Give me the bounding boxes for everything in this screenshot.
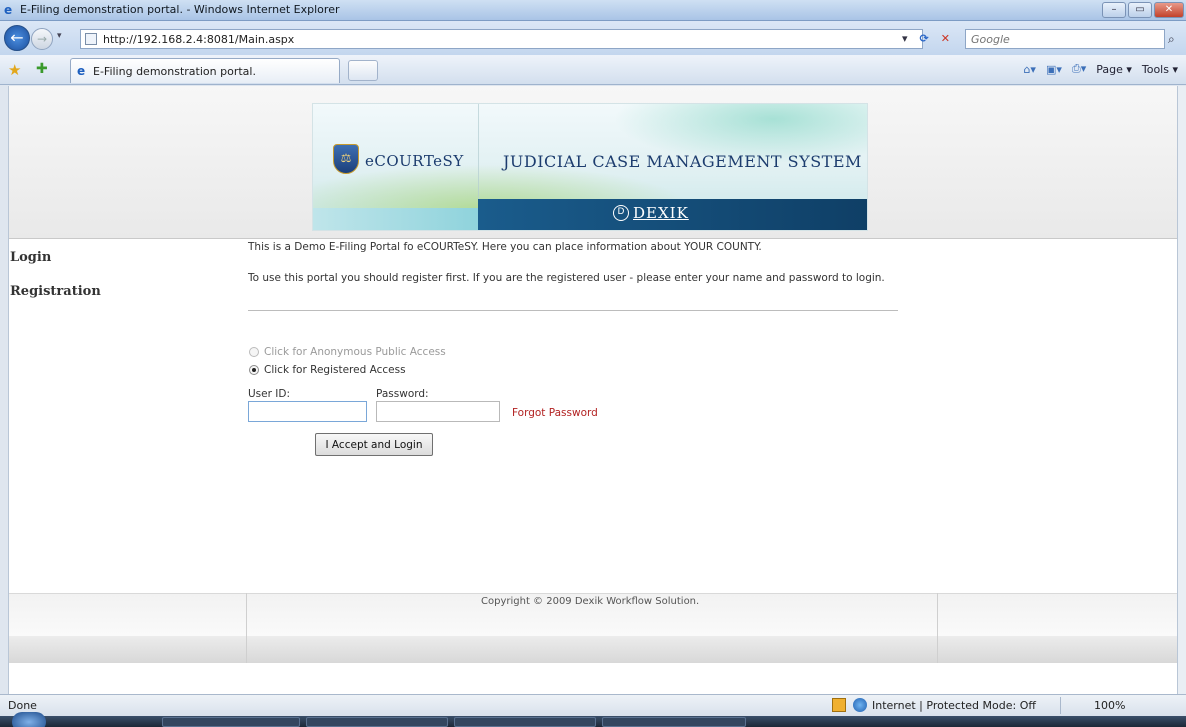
accept-and-login-button[interactable]: I Accept and Login (315, 433, 433, 456)
taskbar-button[interactable] (306, 717, 448, 727)
close-button[interactable]: ✕ (1154, 2, 1184, 18)
tab-title: E-Filing demonstration portal. (93, 65, 256, 78)
new-tab-button[interactable] (348, 60, 378, 81)
status-bar: Done Internet | Protected Mode: Off 100% (0, 694, 1186, 716)
radio-anonymous-access[interactable]: Click for Anonymous Public Access (249, 346, 446, 358)
search-field[interactable] (965, 29, 1165, 49)
radio-button[interactable] (249, 365, 259, 375)
tab-e-filing[interactable]: e E-Filing demonstration portal. (70, 58, 340, 83)
header-band: ⚖ eCOURTeSY JUDICIAL CASE MANAGEMENT SYS… (9, 86, 1177, 239)
instructions-text: To use this portal you should register f… (248, 272, 885, 284)
footer: Copyright © 2009 Dexik Workflow Solution… (9, 593, 1177, 663)
password-label: Password: (376, 388, 429, 400)
sidebar-item-registration[interactable]: Registration (10, 284, 101, 299)
security-zone[interactable]: Internet | Protected Mode: Off (872, 699, 1036, 712)
taskbar-button[interactable] (454, 717, 596, 727)
user-id-field[interactable] (248, 401, 367, 422)
command-bar: ★ ✚ e E-Filing demonstration portal. ⌂▾ … (0, 55, 1186, 85)
dexik-logo-icon: D (613, 205, 629, 221)
start-orb-icon[interactable] (12, 712, 46, 727)
security-warning-icon[interactable] (832, 698, 846, 712)
footer-divider (937, 593, 938, 663)
banner-strip (313, 208, 478, 230)
address-toolbar: ← → ▾ http://192.168.2.4:8081/Main.aspx … (0, 21, 1186, 55)
radio-button[interactable] (249, 347, 259, 357)
print-icon[interactable]: ⎙▾ (1072, 62, 1086, 76)
status-separator (1060, 697, 1061, 714)
feeds-icon[interactable]: ▣▾ (1046, 63, 1062, 76)
window-title-bar: e E-Filing demonstration portal. - Windo… (0, 0, 1186, 21)
radio-registered-access[interactable]: Click for Registered Access (249, 364, 406, 376)
user-id-label: User ID: (248, 388, 290, 400)
footer-divider (246, 593, 247, 663)
ie-icon: e (4, 3, 13, 17)
search-icon[interactable]: ⌕ (1168, 32, 1175, 47)
zoom-level[interactable]: 100% (1094, 699, 1125, 712)
password-field[interactable] (376, 401, 500, 422)
vertical-scrollbar[interactable] (1178, 86, 1186, 694)
globe-icon (853, 698, 867, 712)
command-tools: ⌂▾ ▣▾ ⎙▾ Page ▾ Tools ▾ (1023, 62, 1178, 76)
url-text[interactable]: http://192.168.2.4:8081/Main.aspx (103, 33, 294, 46)
window-controls: – ▭ ✕ (1102, 2, 1184, 18)
back-button[interactable]: ← (4, 25, 30, 51)
address-field[interactable]: http://192.168.2.4:8081/Main.aspx (80, 29, 923, 49)
page-menu[interactable]: Page ▾ (1096, 63, 1132, 76)
brand-name: eCOURTeSY (365, 152, 464, 170)
taskbar-button[interactable] (162, 717, 300, 727)
ie-icon: e (77, 64, 86, 78)
maximize-button[interactable]: ▭ (1128, 2, 1152, 18)
page-icon (85, 33, 97, 45)
intro-text: This is a Demo E-Filing Portal fo eCOURT… (248, 241, 762, 253)
add-favorites-icon[interactable]: ✚ (36, 61, 48, 77)
address-tools: ▾ ⟳ ✕ (902, 32, 950, 45)
company-logo: DEXIK (633, 204, 689, 222)
favorites-star-icon[interactable]: ★ (8, 61, 21, 79)
taskbar-button[interactable] (602, 717, 746, 727)
refresh-icon[interactable]: ⟳ (920, 32, 929, 45)
system-title: JUDICIAL CASE MANAGEMENT SYSTEM (503, 152, 862, 171)
footer-band (9, 636, 1177, 663)
status-text: Done (8, 699, 37, 712)
home-icon[interactable]: ⌂▾ (1023, 63, 1036, 76)
copyright-text: Copyright © 2009 Dexik Workflow Solution… (481, 596, 700, 607)
shield-logo-icon: ⚖ (333, 144, 359, 174)
radio-label: Click for Registered Access (264, 364, 406, 376)
forward-button[interactable]: → (31, 28, 53, 50)
ecourtesy-banner: ⚖ eCOURTeSY JUDICIAL CASE MANAGEMENT SYS… (312, 103, 868, 231)
divider (248, 310, 898, 311)
search-input[interactable] (966, 30, 1136, 48)
window-title: E-Filing demonstration portal. - Windows… (20, 3, 340, 16)
radio-label: Click for Anonymous Public Access (264, 346, 446, 358)
sidebar-item-login[interactable]: Login (10, 250, 51, 265)
recent-pages-chevron-icon[interactable]: ▾ (57, 31, 62, 41)
forgot-password-link[interactable]: Forgot Password (512, 407, 598, 419)
tools-menu[interactable]: Tools ▾ (1142, 63, 1178, 76)
minimize-button[interactable]: – (1102, 2, 1126, 18)
address-dropdown-icon[interactable]: ▾ (902, 32, 908, 45)
page-viewport: ⚖ eCOURTeSY JUDICIAL CASE MANAGEMENT SYS… (8, 86, 1178, 694)
taskbar (0, 712, 1186, 727)
stop-icon[interactable]: ✕ (941, 32, 950, 45)
